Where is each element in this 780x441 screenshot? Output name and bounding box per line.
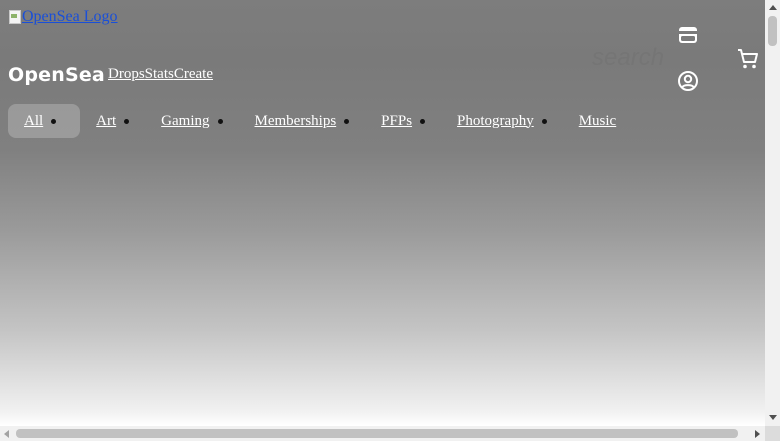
tab-all[interactable]: All bbox=[8, 104, 81, 138]
horizontal-scrollbar[interactable] bbox=[0, 426, 765, 441]
tab-label: PFPs bbox=[381, 112, 413, 129]
opensea-logo-link[interactable]: OpenSea Logo bbox=[8, 8, 118, 26]
scroll-down-arrow-icon[interactable] bbox=[769, 415, 777, 420]
scroll-up-arrow-icon[interactable] bbox=[769, 5, 777, 10]
nav-create-link[interactable]: Create bbox=[174, 66, 213, 83]
nav-drops-link[interactable]: Drops bbox=[108, 66, 145, 83]
tab-photography[interactable]: Photography bbox=[441, 104, 563, 138]
wallet-icon bbox=[679, 27, 697, 43]
search-input[interactable] bbox=[592, 44, 672, 72]
horizontal-scrollbar-thumb[interactable] bbox=[16, 429, 738, 438]
tab-label: Memberships bbox=[254, 112, 337, 129]
tab-music[interactable]: Music bbox=[563, 104, 617, 138]
bullet-dot bbox=[541, 118, 547, 124]
vertical-scrollbar[interactable] bbox=[765, 0, 780, 426]
scroll-right-arrow-icon[interactable] bbox=[755, 430, 760, 438]
vertical-scrollbar-thumb[interactable] bbox=[768, 16, 777, 46]
opensea-wordmark[interactable]: OpenSea bbox=[8, 64, 105, 86]
shopping-cart-icon bbox=[738, 49, 758, 69]
tab-label: Photography bbox=[457, 112, 534, 129]
bullet-dot bbox=[124, 118, 130, 124]
tab-label: Music bbox=[578, 112, 617, 129]
top-nav: Drops Stats Create bbox=[108, 66, 213, 83]
bullet-dot bbox=[344, 118, 350, 124]
nav-stats-link[interactable]: Stats bbox=[145, 66, 174, 83]
tab-art[interactable]: Art bbox=[80, 104, 145, 138]
account-button[interactable] bbox=[675, 68, 701, 94]
page-viewport: OpenSea Logo OpenSea Drops Stats Create … bbox=[0, 0, 765, 426]
tab-label: Gaming bbox=[161, 112, 210, 129]
broken-image-icon bbox=[8, 9, 22, 25]
bullet-dot bbox=[51, 118, 57, 124]
wallet-button[interactable] bbox=[675, 22, 701, 48]
tab-label: Art bbox=[96, 112, 117, 129]
tab-gaming[interactable]: Gaming bbox=[145, 104, 238, 138]
tab-pfps[interactable]: PFPs bbox=[365, 104, 441, 138]
cart-button[interactable] bbox=[735, 46, 761, 72]
category-tabs: All Art Gaming Memberships PFPs Photogra… bbox=[8, 104, 616, 138]
bullet-dot bbox=[420, 118, 426, 124]
scroll-left-arrow-icon[interactable] bbox=[4, 430, 9, 438]
logo-alt-text: OpenSea Logo bbox=[22, 8, 118, 25]
account-circle-icon bbox=[678, 71, 698, 91]
bullet-dot bbox=[217, 118, 223, 124]
tab-memberships[interactable]: Memberships bbox=[239, 104, 366, 138]
scrollbar-corner bbox=[765, 426, 780, 441]
tab-label: All bbox=[24, 112, 44, 129]
